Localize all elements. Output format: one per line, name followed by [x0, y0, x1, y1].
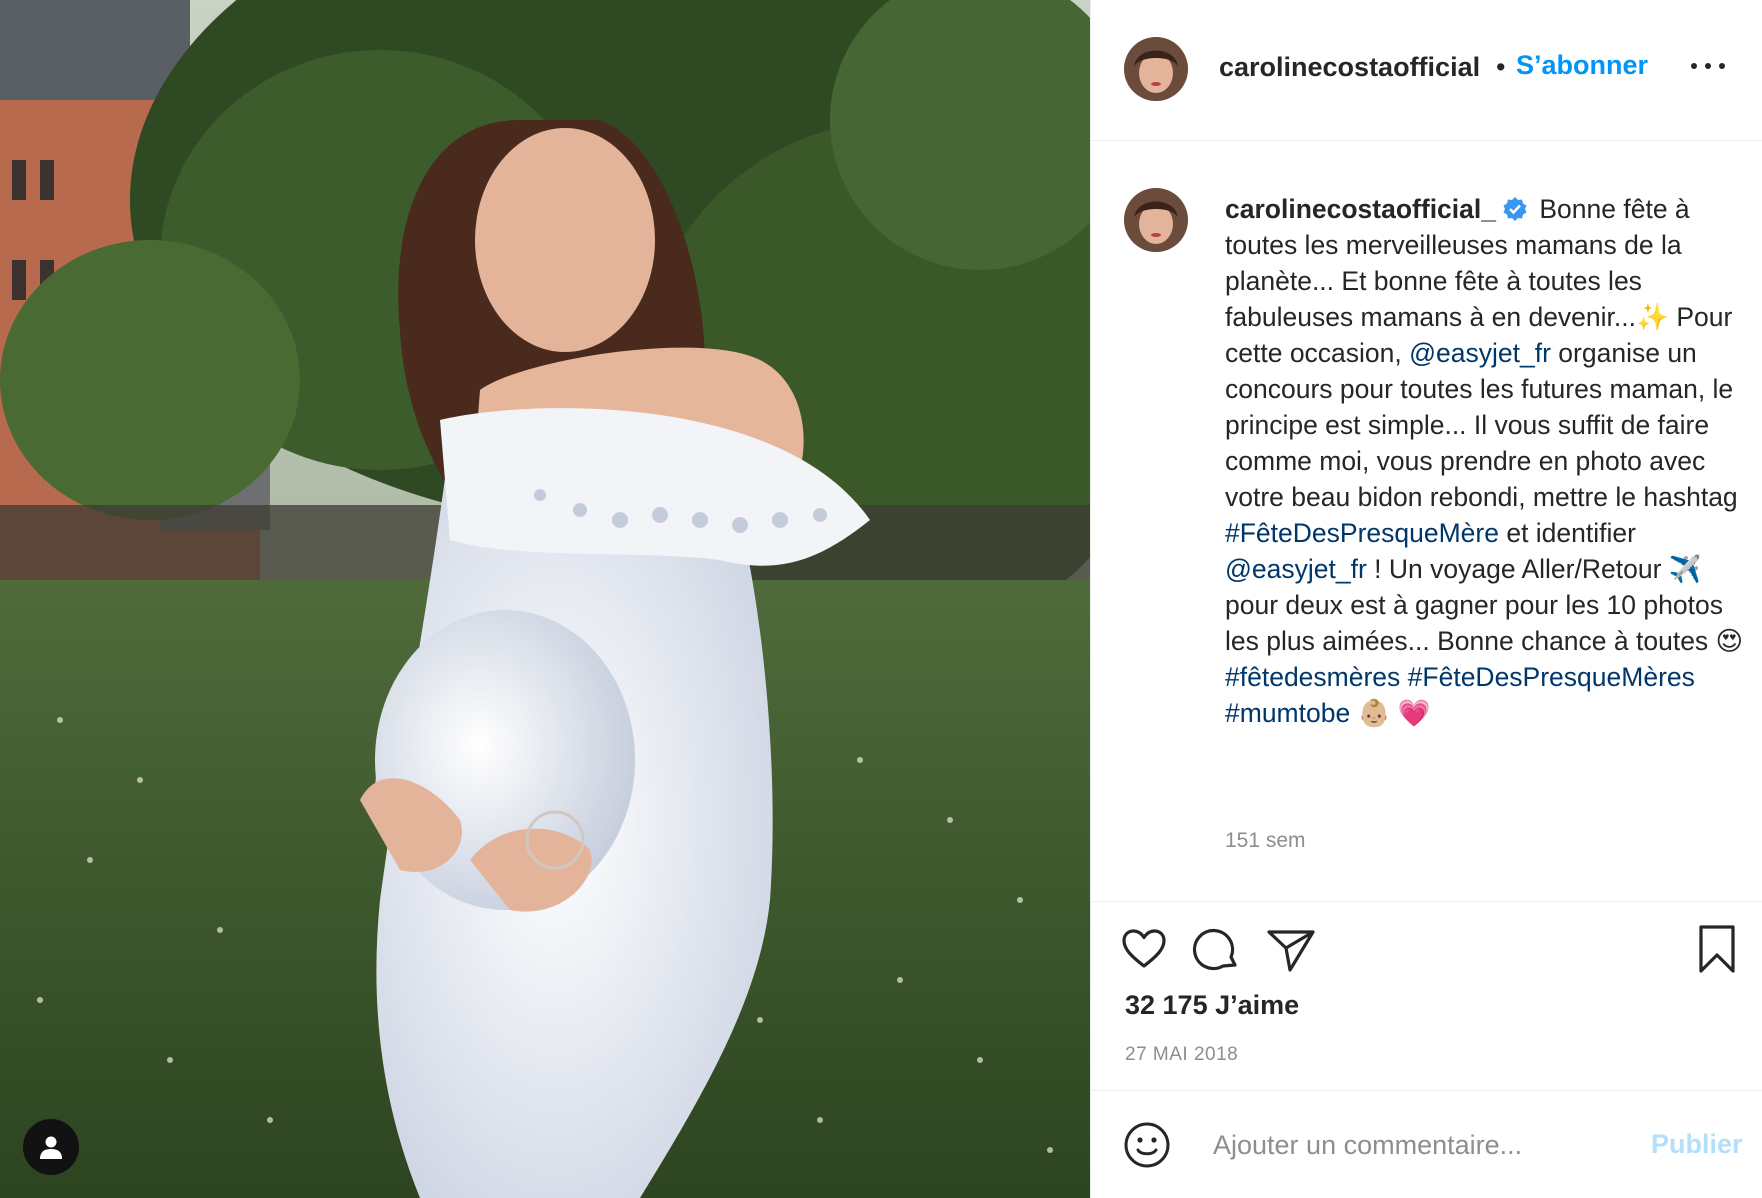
hashtag-link[interactable]: #FêteDesPresqueMère — [1225, 518, 1499, 548]
paper-plane-icon[interactable] — [1266, 928, 1316, 972]
tag-people-button[interactable] — [23, 1119, 79, 1175]
caption-body: Bonne fête à toutes les merveilleuses ma… — [1225, 194, 1743, 728]
hashtag-link[interactable]: #FêteDesPresqueMères — [1408, 662, 1695, 692]
avatar-image — [1124, 37, 1188, 101]
post-header: carolinecostaofficial • S’abonner — [1091, 0, 1762, 141]
post-date: 27 MAI 2018 — [1125, 1044, 1239, 1065]
verified-badge-icon — [1503, 197, 1527, 221]
photo-image — [0, 0, 1090, 1198]
instagram-post: carolinecostaofficial • S’abonner caroli… — [0, 0, 1762, 1198]
hashtag-link[interactable]: #fêtedesmères — [1225, 662, 1400, 692]
comment-icon[interactable] — [1191, 927, 1241, 973]
header-username[interactable]: carolinecostaofficial — [1219, 52, 1480, 83]
header-separator: • — [1496, 52, 1506, 82]
bookmark-icon[interactable] — [1697, 924, 1737, 974]
publish-button[interactable]: Publier — [1651, 1129, 1743, 1160]
post-photo[interactable] — [0, 0, 1090, 1198]
caption-segment: 👶🏼 💗 — [1350, 698, 1431, 728]
avatar-image — [1124, 188, 1188, 252]
comment-input[interactable] — [1211, 1121, 1635, 1169]
post-time-ago: 151 sem — [1225, 829, 1306, 852]
post-sidebar: carolinecostaofficial • S’abonner caroli… — [1090, 0, 1762, 1198]
comment-bar: Publier — [1091, 1090, 1762, 1198]
caption-segment: et identifier — [1498, 518, 1636, 548]
action-bar: 32 175 J’aime 27 MAI 2018 — [1091, 901, 1762, 1091]
user-tag-icon — [40, 1136, 62, 1159]
mention-link[interactable]: @easyjet_fr — [1409, 338, 1551, 368]
hashtag-link[interactable]: #mumtobe — [1225, 698, 1350, 728]
caption-text: carolinecostaofficial_ Bonne fête à tout… — [1225, 191, 1745, 731]
follow-button[interactable]: S’abonner — [1516, 50, 1648, 81]
likes-count[interactable]: 32 175 J’aime — [1125, 990, 1299, 1021]
caption-avatar[interactable] — [1124, 188, 1188, 252]
caption-area: carolinecostaofficial_ Bonne fête à tout… — [1091, 141, 1762, 901]
caption-username[interactable]: carolinecostaofficial_ — [1225, 194, 1496, 224]
caption-segment — [1400, 662, 1407, 692]
smiley-icon[interactable] — [1123, 1121, 1171, 1169]
more-horizontal-icon[interactable] — [1691, 56, 1725, 76]
heart-icon[interactable] — [1121, 928, 1167, 970]
mention-link[interactable]: @easyjet_fr — [1225, 554, 1367, 584]
avatar[interactable] — [1124, 37, 1188, 101]
